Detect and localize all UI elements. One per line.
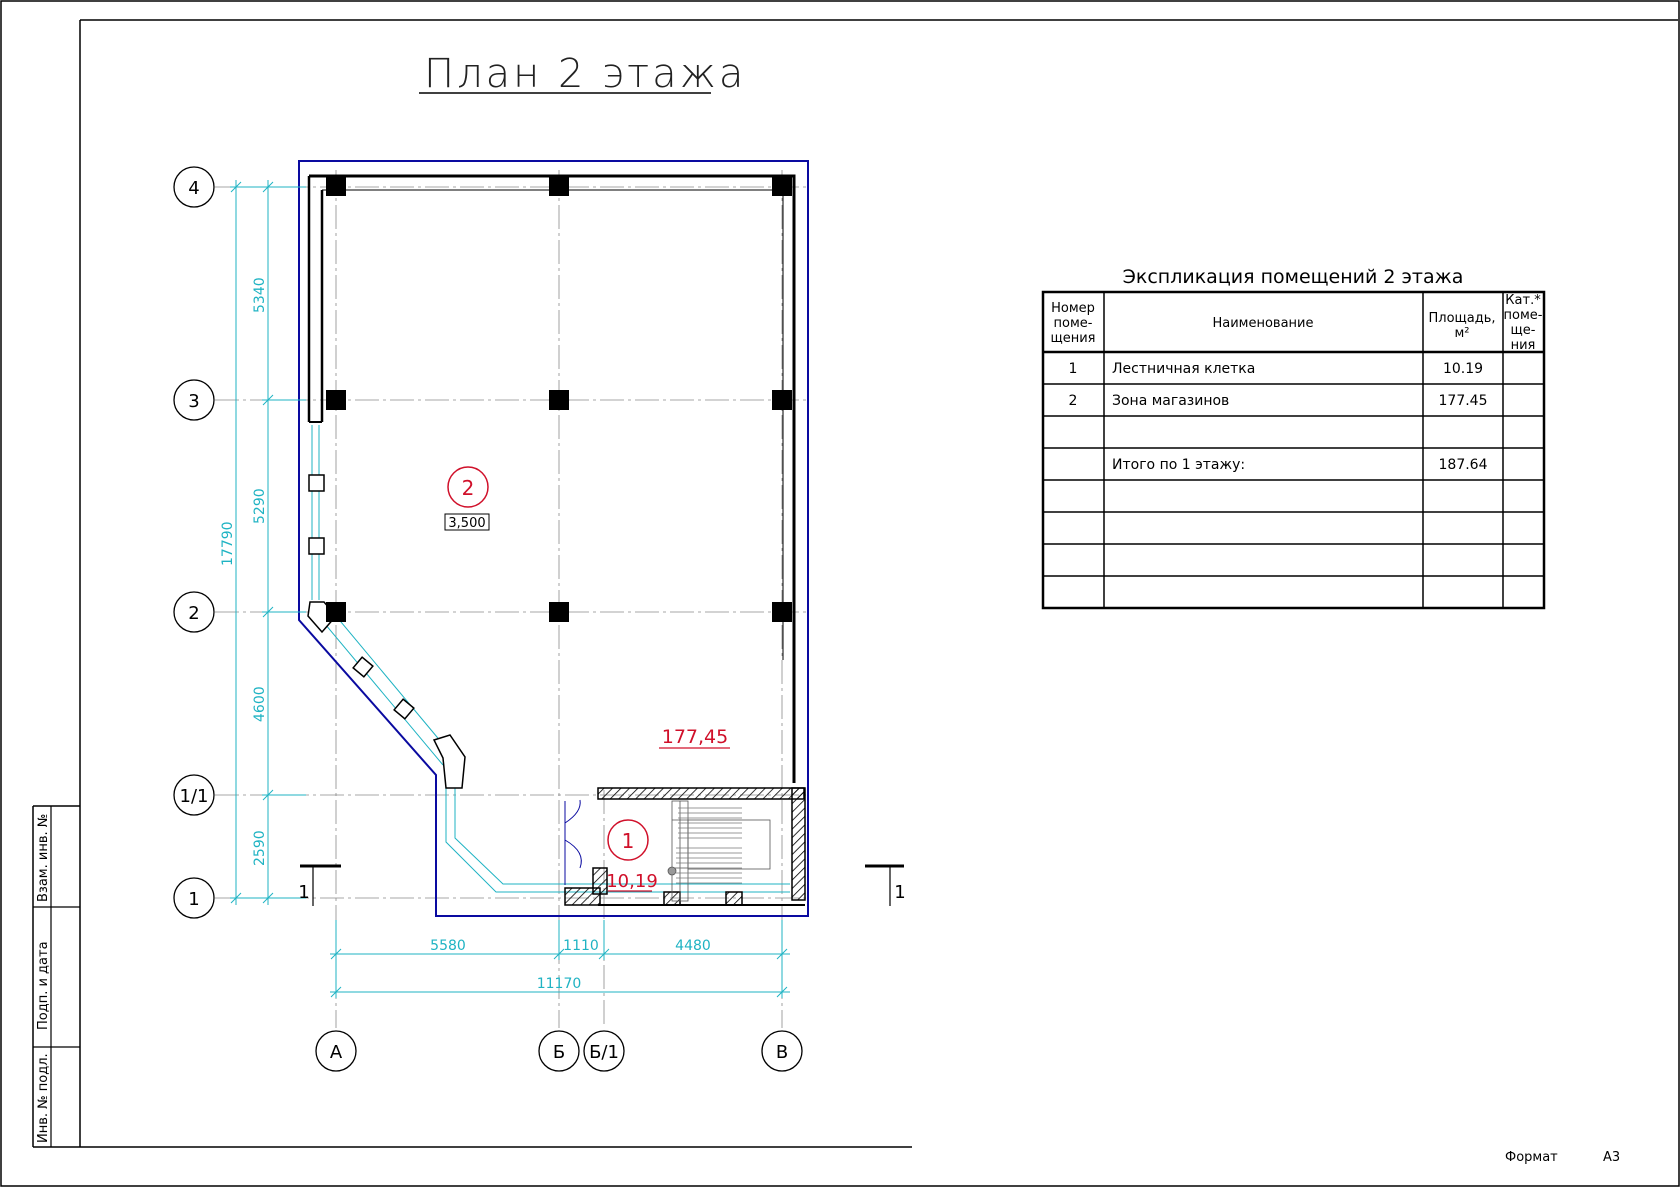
header-area-2: м² (1454, 326, 1469, 341)
format-block: Формат А3 (1505, 1150, 1620, 1165)
stair-core (564, 787, 806, 906)
sheet-title: План 2 этажа (424, 51, 746, 97)
cell-area: 177.45 (1439, 393, 1488, 409)
table-row: 1 Лестничная клетка 10.19 (1069, 361, 1484, 377)
cell-area: 187.64 (1439, 457, 1488, 473)
col-axis-labels: А Б Б/1 В (330, 1042, 788, 1063)
axis-row-1: 1 (188, 889, 199, 910)
table-title: Экспликация помещений 2 этажа (1123, 266, 1464, 288)
dim-5580: 5580 (430, 938, 466, 954)
axis-row-1-1: 1/1 (180, 786, 209, 807)
cell-name: Итого по 1 этажу: (1112, 457, 1245, 473)
room-2-number: 2 (462, 476, 475, 500)
axis-col-v: В (776, 1042, 788, 1063)
drawing-sheet: План 2 этажа Взам. инв. № Подп. и дата И… (0, 0, 1680, 1187)
format-value: А3 (1603, 1150, 1620, 1165)
vertical-dimension-labels: 5340 5290 4600 2590 17790 (220, 277, 268, 866)
section-mark-left: 1 (298, 864, 341, 906)
format-label: Формат (1505, 1150, 1558, 1165)
cell-num: 1 (1069, 361, 1078, 377)
dim-4600: 4600 (252, 686, 268, 722)
header-cat-4: ния (1511, 338, 1536, 353)
frame-border (79, 19, 1678, 1148)
axis-row-4: 4 (188, 178, 199, 199)
section-label-right: 1 (894, 882, 905, 903)
header-cat-1: Кат.* (1505, 293, 1541, 308)
horizontal-dimension-labels: 5580 1110 4480 11170 (430, 938, 711, 992)
cell-name: Зона магазинов (1112, 393, 1229, 409)
cell-num: 2 (1069, 393, 1078, 409)
dim-4480: 4480 (675, 938, 711, 954)
cell-area: 10.19 (1443, 361, 1483, 377)
stair-treads (676, 807, 742, 884)
dim-11170: 11170 (537, 976, 582, 992)
stamp-inv: Инв. № подл. (36, 1053, 51, 1143)
sheet-title-group: План 2 этажа (419, 51, 746, 97)
building-outline (298, 160, 809, 917)
table-header: Номер поме- щения Наименование Площадь, … (1050, 293, 1542, 353)
vertical-dimensions (230, 180, 306, 905)
row-axis-labels: 4 3 2 1/1 1 (180, 178, 209, 910)
dim-5290: 5290 (252, 488, 268, 524)
table-row: 2 Зона магазинов 177.45 (1069, 393, 1488, 409)
table-body: 1 Лестничная клетка 10.19 2 Зона магазин… (1069, 361, 1488, 473)
axis-grid-cols (335, 170, 783, 1028)
dim-5340: 5340 (252, 277, 268, 313)
axis-col-a: А (330, 1042, 343, 1063)
header-num-3: щения (1050, 331, 1095, 346)
axis-row-2: 2 (188, 603, 199, 624)
axis-col-b: Б (553, 1042, 565, 1063)
stamp-podp: Подп. и дата (36, 941, 51, 1030)
stamp-vzam: Взам. инв. № (36, 814, 51, 902)
floor-plan: 2 3,500 177,45 1 10,19 5340 5290 4600 25… (173, 160, 906, 1072)
header-cat-3: ще- (1511, 323, 1536, 338)
stair-door (564, 799, 582, 885)
section-mark-right: 1 (865, 864, 906, 906)
header-area-1: Площадь, (1428, 311, 1495, 326)
dim-17790: 17790 (220, 521, 236, 566)
axis-col-b1: Б/1 (589, 1042, 619, 1063)
section-label-left: 1 (298, 882, 309, 903)
header-num-1: Номер (1051, 301, 1095, 316)
dim-1110: 1110 (563, 938, 599, 954)
explication-table: Экспликация помещений 2 этажа Номер поме… (1041, 266, 1546, 610)
axis-row-3: 3 (188, 391, 199, 412)
dim-2590: 2590 (252, 830, 268, 866)
side-stamp: Взам. инв. № Подп. и дата Инв. № подл. (32, 805, 80, 1148)
level-mark: 3,500 (448, 516, 485, 531)
window-glazing (311, 425, 790, 893)
room-marker-1: 1 10,19 (606, 819, 658, 892)
room-marker-2: 2 3,500 177,45 (444, 466, 730, 749)
room-1-number: 1 (622, 829, 635, 853)
room-1-area: 10,19 (606, 871, 658, 892)
header-cat-2: поме- (1504, 308, 1543, 323)
header-name: Наименование (1212, 316, 1313, 331)
cell-name: Лестничная клетка (1112, 361, 1255, 377)
header-num-2: поме- (1054, 316, 1093, 331)
sheet-border (0, 0, 1680, 1187)
table-row: Итого по 1 этажу: 187.64 (1112, 457, 1488, 473)
room-2-area: 177,45 (662, 726, 728, 748)
